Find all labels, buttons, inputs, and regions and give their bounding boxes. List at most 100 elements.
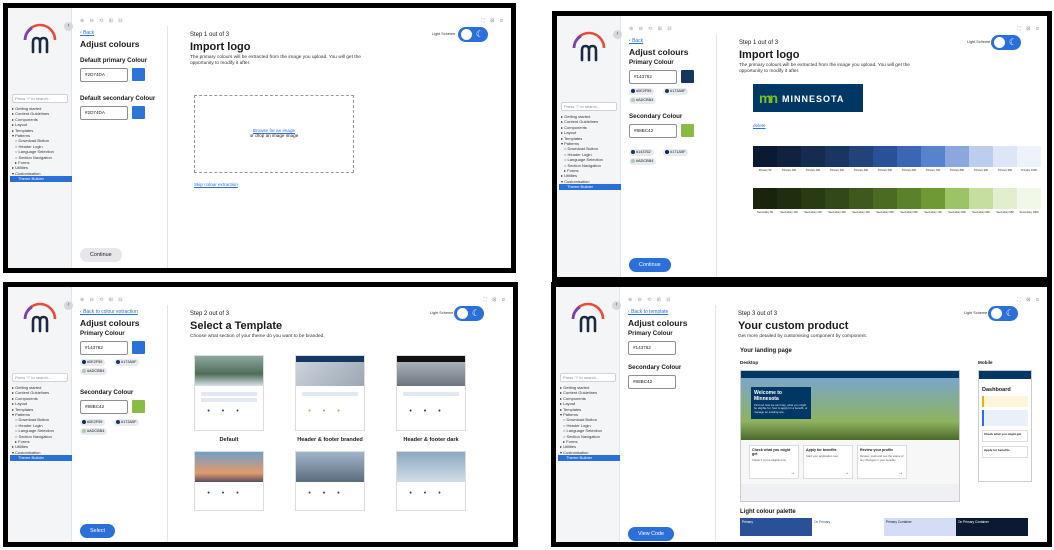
palette-swatch[interactable] (849, 188, 873, 209)
secondary-chip[interactable]: #ADCBB4 (80, 428, 108, 435)
palette-swatch[interactable] (825, 146, 849, 167)
toolbar-fullscreen-icons[interactable]: ⛶ ⊠ ⊡ (483, 297, 507, 303)
nav-tree: ▸ Getting started ▸ Content Guidelines ▸ C… (559, 114, 621, 190)
primary-chip[interactable]: #0E2F59 (629, 88, 655, 95)
delete-logo-link[interactable]: delete (753, 123, 766, 128)
palette-swatch[interactable] (1017, 188, 1041, 209)
scheme-toggle[interactable]: ☾ (991, 35, 1021, 50)
search-input[interactable]: Press "/" to search... (560, 373, 616, 382)
secondary-colour-input[interactable]: #2D74DA (80, 106, 128, 120)
secondary-colour-input[interactable]: #88BC42 (628, 375, 676, 389)
primary-colour-input[interactable]: #143762 (628, 341, 676, 355)
palette-swatch[interactable] (1017, 146, 1041, 167)
toolbar-zoom-icons[interactable]: ⊕ ⊖ ⟲ ⊞ ⊟ (80, 18, 125, 24)
secondary-swatch[interactable] (681, 124, 694, 137)
palette-swatch[interactable] (945, 146, 969, 167)
palette-swatch[interactable] (801, 188, 825, 209)
secondary-chip[interactable]: #171A5F (663, 149, 689, 156)
search-input[interactable]: Press "/" to search... (12, 94, 68, 103)
toolbar-zoom-icons[interactable]: ⊕ ⊖ ⟲ ⊞ ⊟ (629, 26, 674, 32)
palette-swatch[interactable] (753, 146, 777, 167)
back-link[interactable]: ‹ Back (629, 38, 643, 44)
toolbar-zoom-icons[interactable]: ⊕ ⊖ ⟲ ⊞ ⊟ (80, 297, 125, 303)
primary-swatch[interactable] (132, 341, 145, 354)
palette-swatch[interactable] (873, 146, 897, 167)
template-card-extra-1[interactable]: ••• (194, 451, 264, 511)
palette-swatch[interactable] (777, 188, 801, 209)
nav-item[interactable]: Theme Builder (558, 455, 620, 461)
skip-extraction-link[interactable]: Skip colour extraction (194, 182, 238, 187)
secondary-swatch[interactable] (132, 400, 145, 413)
primary-swatch[interactable] (132, 68, 145, 81)
template-card-extra-3[interactable]: ••• (396, 451, 466, 511)
back-link[interactable]: ‹ Back to colour extraction (80, 309, 138, 315)
toolbar-zoom-icons[interactable]: ⊕ ⊖ ⟲ ⊞ ⊟ (628, 297, 673, 303)
palette-swatch[interactable] (921, 146, 945, 167)
palette-swatch[interactable] (969, 146, 993, 167)
scheme-toggle[interactable]: ☾ (454, 306, 484, 321)
palette-swatch[interactable] (777, 146, 801, 167)
back-label: Back to colour extraction (83, 309, 138, 315)
main-content: Step 2 out of 3 Select a Template Choose… (178, 305, 513, 542)
palette-swatch[interactable] (969, 188, 993, 209)
continue-button[interactable]: Continue (629, 258, 671, 272)
chip-label: #ADCBB4 (87, 369, 105, 373)
nav-item[interactable]: Theme Builder (10, 176, 72, 182)
secondary-chip[interactable]: #173A5F (114, 419, 140, 426)
primary-colour-input[interactable]: #143762 (629, 70, 677, 84)
search-input[interactable]: Press "/" to search... (561, 102, 617, 111)
primary-colour-input[interactable]: #143762 (80, 341, 128, 355)
secondary-colour-input[interactable]: #88BC42 (629, 124, 677, 138)
preview-card: Apply for benefits Start your application… (803, 445, 853, 479)
template-card-extra-2[interactable]: ••• (295, 451, 365, 511)
palette-swatch[interactable] (993, 146, 1017, 167)
primary-chip[interactable]: #ADCBB4 (629, 97, 657, 104)
palette-swatch[interactable] (753, 188, 777, 209)
primary-swatch[interactable] (681, 70, 694, 83)
continue-button[interactable]: Continue (80, 248, 122, 262)
palette-swatch[interactable] (921, 188, 945, 209)
palette-swatch[interactable] (873, 188, 897, 209)
template-card-default[interactable]: ••• (194, 355, 264, 431)
template-card-branded[interactable]: ••• (295, 355, 365, 431)
secondary-swatch[interactable] (132, 106, 145, 119)
back-label: Back to template (631, 309, 669, 315)
select-button[interactable]: Select (80, 524, 115, 538)
secondary-colour-label: Secondary Colour (629, 113, 683, 120)
screenshot-step1-logo: ‹ Press "/" to search... ▸ Getting start… (552, 11, 1052, 282)
primary-chip[interactable]: #173A5F (663, 88, 689, 95)
palette-swatch[interactable] (945, 188, 969, 209)
scheme-toggle[interactable]: ☾ (988, 306, 1018, 321)
primary-colour-input[interactable]: #2D74DA (80, 68, 128, 82)
primary-chip[interactable]: #ADCBB4 (80, 368, 108, 375)
card-sub: Review, track and see the status of any … (860, 454, 904, 462)
welcome-text: Find out how we can help, what you might… (754, 403, 808, 414)
nav-item[interactable]: Theme Builder (10, 455, 72, 461)
secondary-chip[interactable]: #ADCBB4 (629, 158, 657, 165)
mobile-label: Mobile (978, 360, 993, 365)
palette-swatch[interactable] (849, 146, 873, 167)
primary-chip[interactable]: #0E2F59 (80, 359, 106, 366)
scheme-toggle[interactable]: ☾ (458, 27, 488, 42)
view-code-button[interactable]: View Code (628, 527, 674, 541)
toolbar-fullscreen-icons[interactable]: ⛶ ⊠ ⊡ (1017, 297, 1041, 303)
drop-hint: or drop an image image (249, 133, 299, 138)
toolbar-fullscreen-icons[interactable]: ⛶ ⊠ ⊡ (1017, 26, 1041, 32)
back-link[interactable]: ‹ Back to template (628, 309, 668, 315)
back-link[interactable]: ‹ Back (80, 30, 94, 36)
card-header (296, 356, 364, 362)
image-dropzone[interactable]: Browse for an image or drop an image ima… (194, 95, 354, 173)
secondary-colour-input[interactable]: #88BC42 (80, 400, 128, 414)
secondary-chip[interactable]: #143762 (629, 149, 654, 156)
palette-swatch[interactable] (801, 146, 825, 167)
template-card-dark[interactable]: ••• (396, 355, 466, 431)
search-input[interactable]: Press "/" to search... (12, 373, 68, 382)
secondary-chip[interactable]: #0E2F59 (80, 419, 106, 426)
palette-swatch[interactable] (825, 188, 849, 209)
primary-chip[interactable]: #173A5F (114, 359, 140, 366)
palette-swatch[interactable] (897, 188, 921, 209)
toolbar-fullscreen-icons[interactable]: ⛶ ⊠ ⊡ (481, 18, 505, 24)
palette-swatch[interactable] (897, 146, 921, 167)
palette-swatch[interactable] (993, 188, 1017, 209)
nav-item[interactable]: Theme Builder (559, 184, 621, 190)
